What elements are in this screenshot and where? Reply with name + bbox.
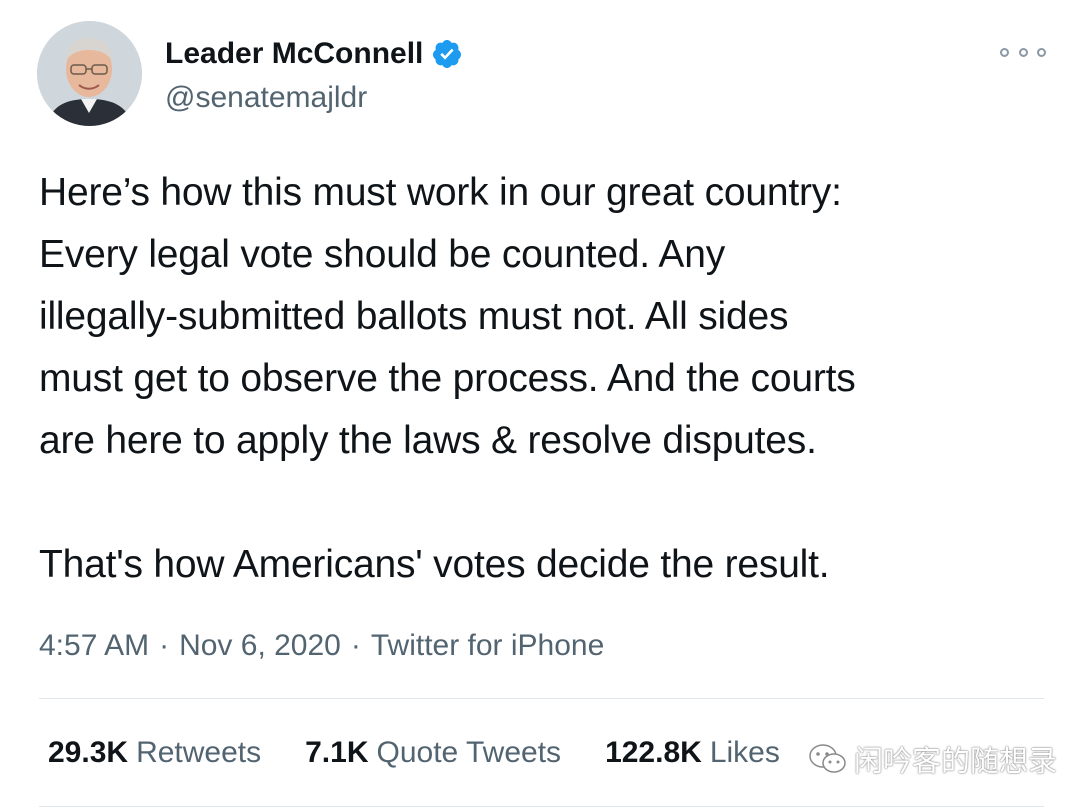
more-options-button[interactable] xyxy=(1000,38,1046,66)
tweet-stats: 29.3K Retweets 7.1K Quote Tweets 122.8K Lik… xyxy=(48,733,824,773)
wechat-icon xyxy=(809,744,846,773)
watermark: 闲吟客的随想录 xyxy=(808,738,1057,780)
author-name-text[interactable]: Leader McConnell xyxy=(165,36,423,72)
tweet-source-link[interactable]: Twitter for iPhone xyxy=(371,629,604,662)
divider xyxy=(39,806,1044,807)
retweets-stat[interactable]: 29.3K Retweets xyxy=(48,733,261,773)
tweet-time[interactable]: 4:57 AM xyxy=(39,629,149,662)
retweets-count: 29.3K xyxy=(48,736,129,769)
quote-tweets-count: 7.1K xyxy=(305,736,369,769)
tweet-paragraph: That's how Americans' votes decide the r… xyxy=(39,543,830,586)
avatar-portrait-icon xyxy=(37,21,142,126)
tweet-text: Here’s how this must work in our great c… xyxy=(39,162,1049,596)
tweet-date[interactable]: Nov 6, 2020 xyxy=(179,629,341,662)
avatar[interactable] xyxy=(37,21,142,126)
likes-stat[interactable]: 122.8K Likes xyxy=(605,733,780,773)
more-options-icon xyxy=(1000,47,1009,57)
tweet-paragraph: Here’s how this must work in our great c… xyxy=(39,171,856,462)
watermark-text: 闲吟客的随想录 xyxy=(854,746,1058,778)
quote-tweets-label: Quote Tweets xyxy=(376,736,562,769)
tweet-metadata: 4:57 AM · Nov 6, 2020 · Twitter for iPhone xyxy=(39,626,604,666)
author-name[interactable]: Leader McConnell xyxy=(165,36,463,72)
meta-separator: · xyxy=(159,629,170,662)
retweets-label: Retweets xyxy=(136,736,262,769)
more-options-icon xyxy=(1037,47,1046,57)
tweet-card: Leader McConnell @senatemajldr Here’s ho… xyxy=(0,0,1080,811)
likes-label: Likes xyxy=(709,736,780,769)
verified-badge-icon xyxy=(433,40,462,68)
meta-separator: · xyxy=(350,629,361,662)
divider xyxy=(39,698,1044,699)
likes-count: 122.8K xyxy=(605,736,702,769)
author-handle[interactable]: @senatemajldr xyxy=(165,80,367,116)
quote-tweets-stat[interactable]: 7.1K Quote Tweets xyxy=(305,733,561,773)
more-options-icon xyxy=(1018,47,1028,57)
